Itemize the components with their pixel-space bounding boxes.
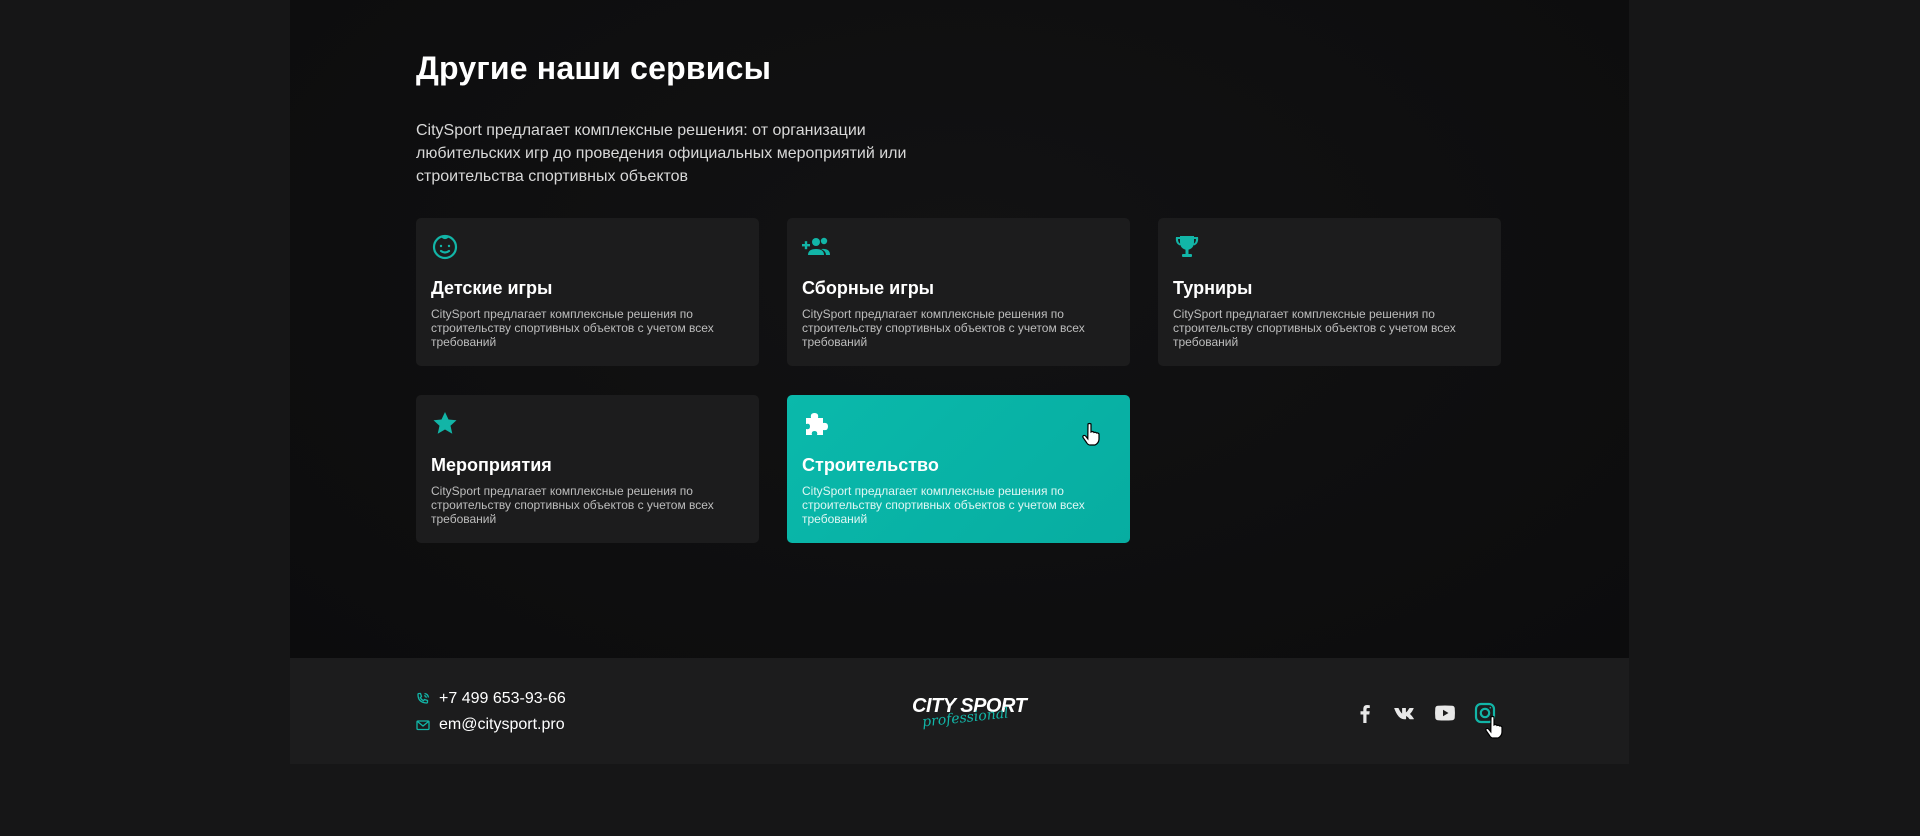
email-address: em@citysport.pro [439,716,565,733]
card-description: CitySport предлагает комплексные решения… [802,484,1085,526]
facebook-icon[interactable] [1353,701,1377,725]
page: Другие наши сервисы CitySport предлагает… [290,0,1629,764]
card-title: Мероприятия [431,455,552,475]
phone-number: +7 499 653-93-66 [439,690,566,707]
card-title: Сборные игры [802,278,935,298]
citysport-logo[interactable]: CITY SPORT professional [912,695,1027,731]
instagram-icon[interactable] [1473,701,1497,725]
vk-icon[interactable] [1393,701,1417,725]
mail-icon [416,718,430,732]
phone-contact[interactable]: +7 499 653-93-66 [416,690,566,708]
puzzle-icon [801,409,831,439]
section-title: Другие наши сервисы [416,50,772,86]
services-section: Другие наши сервисы CitySport предлагает… [290,0,1629,658]
child-face-icon [430,232,460,262]
phone-icon [416,692,430,706]
card-description: CitySport предлагает комплексные решения… [431,484,714,526]
card-title: Турниры [1173,278,1253,298]
section-description: CitySport предлагает комплексные решения… [416,122,907,185]
card-description: CitySport предлагает комплексные решения… [431,307,714,349]
card-description: CitySport предлагает комплексные решения… [802,307,1085,349]
card-title: Детские игры [431,278,553,298]
card-title: Строительство [802,455,939,475]
youtube-icon[interactable] [1433,701,1457,725]
hand-cursor-icon [1082,422,1102,446]
trophy-icon [1172,232,1202,262]
group-add-icon [801,232,831,262]
service-card-team-games[interactable]: Сборные игры CitySport предлагает компле… [787,218,1130,366]
card-description: CitySport предлагает комплексные решения… [1173,307,1456,349]
star-icon [430,409,460,439]
service-card-tournaments[interactable]: Турниры CitySport предлагает комплексные… [1158,218,1501,366]
footer: +7 499 653-93-66 em@citysport.pro CITY S… [290,658,1629,764]
service-card-events[interactable]: Мероприятия CitySport предлагает комплек… [416,395,759,543]
service-card-construction[interactable]: Строительство CitySport предлагает компл… [787,395,1130,543]
service-card-kids-games[interactable]: Детские игры CitySport предлагает компле… [416,218,759,366]
email-contact[interactable]: em@citysport.pro [416,716,565,734]
